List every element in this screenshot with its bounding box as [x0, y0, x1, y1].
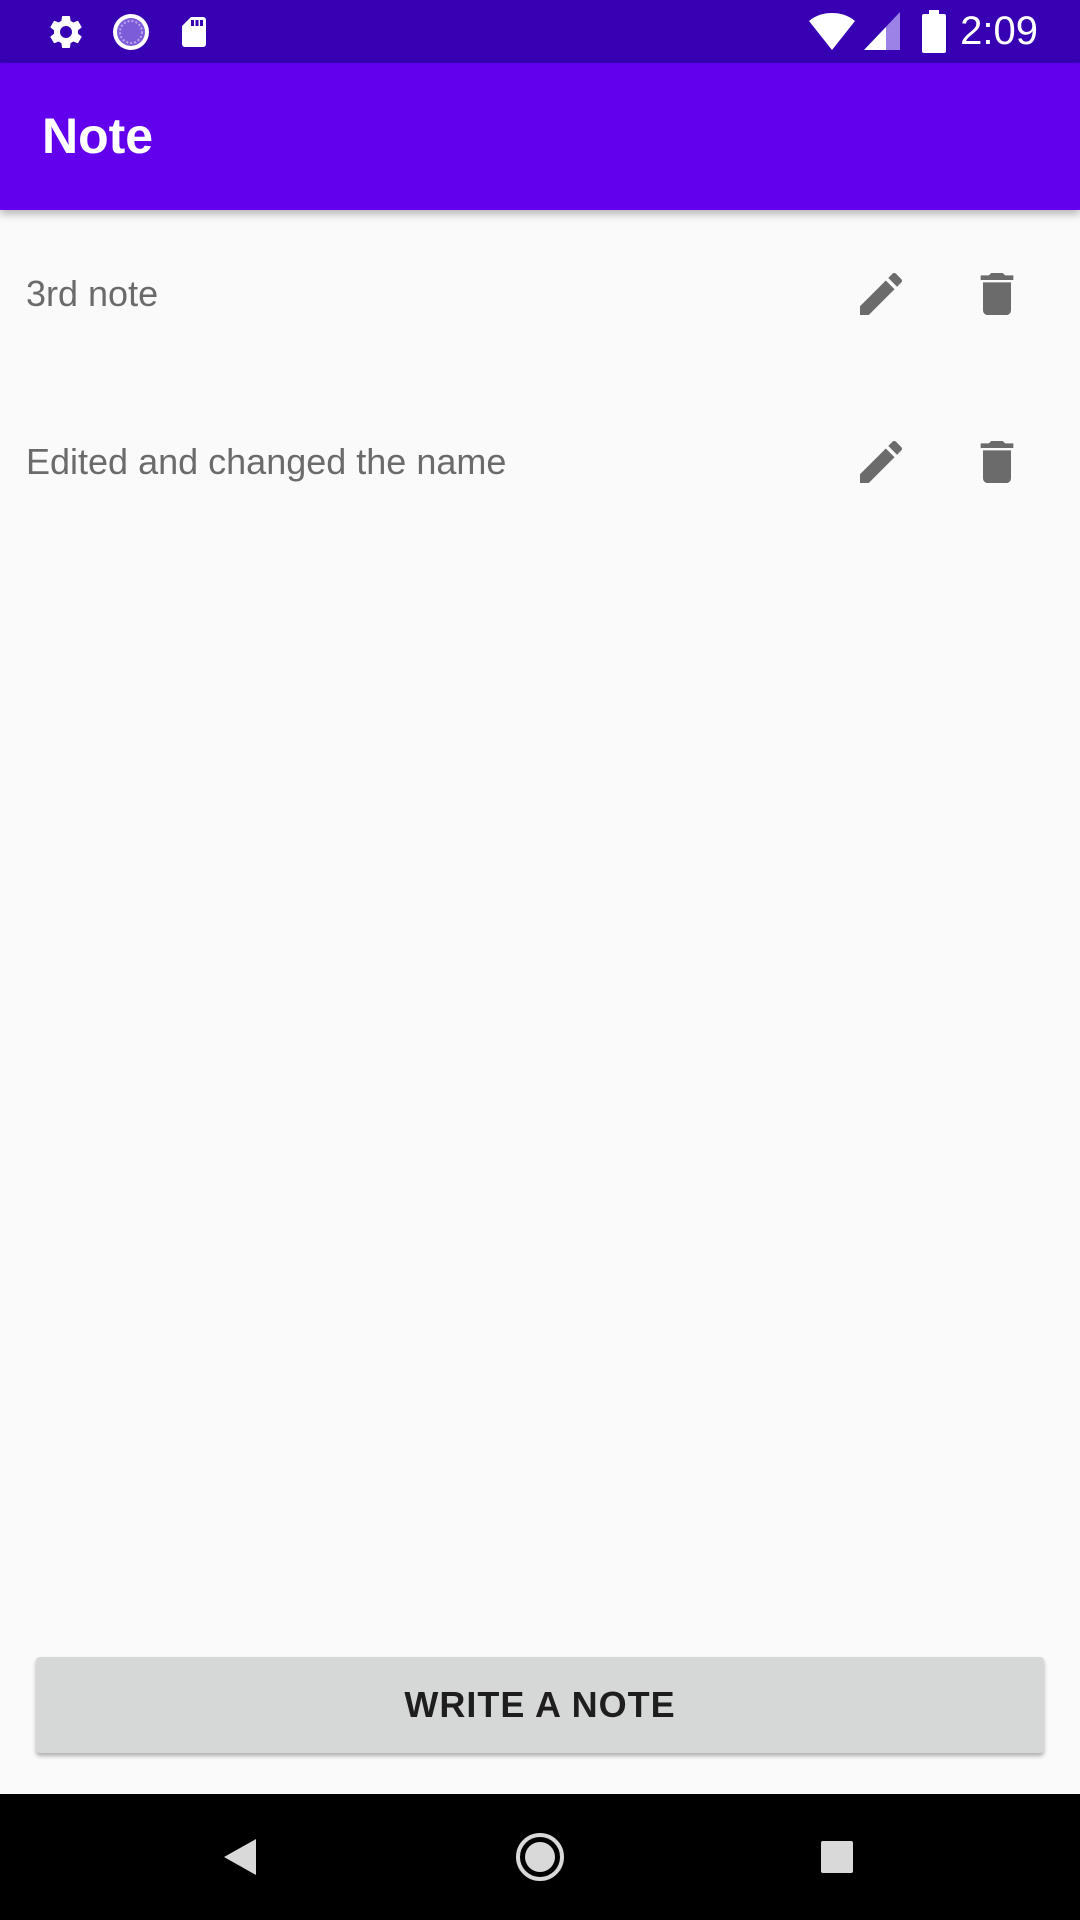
recents-icon	[821, 1841, 853, 1873]
edit-note-button[interactable]	[831, 244, 931, 344]
cell-signal-icon	[864, 12, 900, 50]
home-icon	[516, 1833, 564, 1881]
list-item[interactable]: Edited and changed the name	[0, 378, 1080, 546]
recents-button[interactable]	[797, 1817, 877, 1897]
navigation-bar	[0, 1794, 1080, 1920]
list-item[interactable]: 3rd note	[0, 210, 1080, 378]
page-title: Note	[42, 108, 154, 164]
back-button[interactable]	[200, 1817, 280, 1897]
status-bar: 2:09	[0, 0, 1080, 63]
gear-icon	[50, 16, 82, 48]
delete-note-button[interactable]	[947, 412, 1047, 512]
sd-card-icon	[182, 17, 206, 47]
pencil-icon	[860, 272, 903, 315]
edit-note-button[interactable]	[831, 412, 931, 512]
back-icon	[224, 1839, 256, 1875]
delete-note-button[interactable]	[947, 244, 1047, 344]
write-note-button[interactable]: WRITE A NOTE	[36, 1657, 1044, 1753]
note-title: 3rd note	[26, 273, 159, 314]
trash-icon	[980, 273, 1014, 315]
note-list: 3rd note Edited and changed the name	[0, 210, 1080, 546]
app-bar: Note	[0, 63, 1080, 210]
home-button[interactable]	[500, 1817, 580, 1897]
battery-icon	[922, 10, 946, 53]
wifi-icon	[809, 13, 855, 50]
pencil-icon	[860, 440, 903, 483]
status-time: 2:09	[960, 9, 1038, 53]
trash-icon	[980, 441, 1014, 483]
loading-icon	[113, 14, 149, 50]
note-title: Edited and changed the name	[26, 441, 507, 482]
